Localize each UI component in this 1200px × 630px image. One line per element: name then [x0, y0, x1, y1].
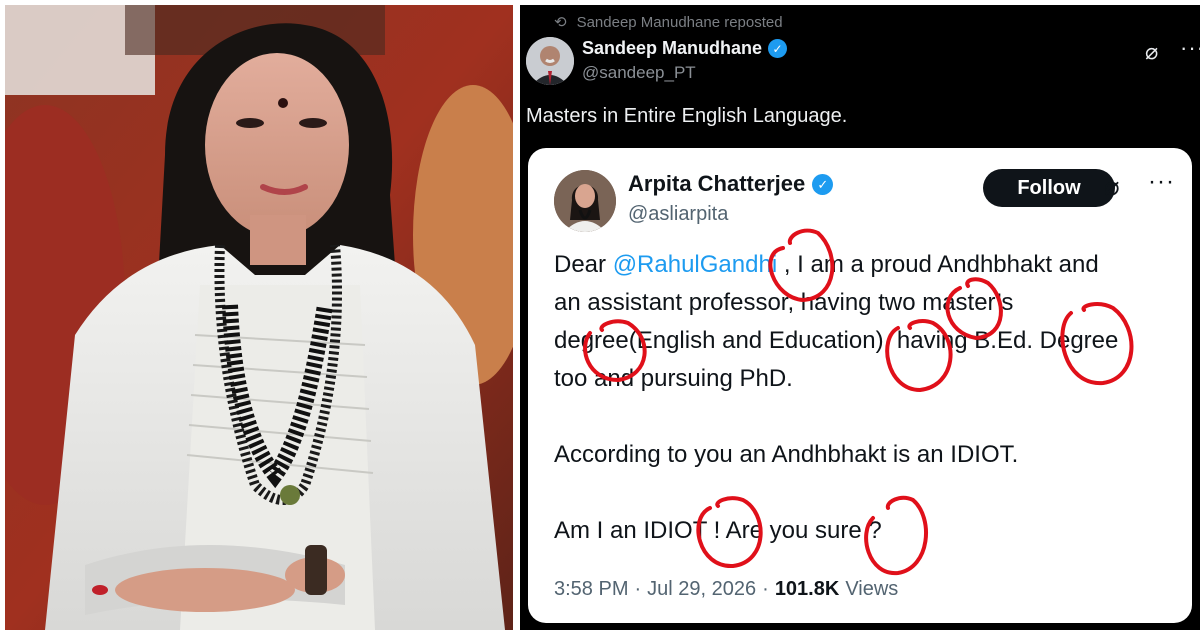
quoted-post-body: Dear @RahulGandhi , I am a proud Andhbha… — [554, 246, 1184, 550]
post-meta: 3:58 PM · Jul 29, 2026 · 101.8K Views — [554, 578, 898, 601]
body-line-3: degree(English and Education), having B.… — [554, 327, 1119, 354]
views-count: 101.8K — [774, 578, 840, 600]
more-options-icon[interactable]: ··· — [1148, 168, 1175, 196]
outer-post-text: Masters in Entire English Language. — [526, 105, 848, 127]
meta-separator: · — [634, 578, 642, 600]
quoted-author-name-text[interactable]: Arpita Chatterjee — [628, 171, 805, 197]
views-label: Views — [845, 578, 899, 600]
body-line-6: Am I an IDIOT ! Are you sure ? — [554, 517, 882, 544]
repost-label: Sandeep Manudhane reposted — [576, 13, 783, 31]
outer-author-handle[interactable]: @sandeep_PT — [582, 63, 696, 83]
body-line-4: too and pursuing PhD. — [554, 365, 793, 392]
verified-badge-icon: ✓ — [812, 173, 834, 195]
outer-author-name[interactable]: Sandeep Manudhane ✓ — [582, 38, 788, 59]
mention-link[interactable]: @RahulGandhi — [613, 251, 777, 278]
verified-badge-icon: ✓ — [768, 39, 788, 58]
body-line-5: According to you an Andhbhakt is an IDIO… — [554, 441, 1019, 468]
repost-indicator: ⟲ Sandeep Manudhane reposted — [554, 13, 783, 32]
outer-author-name-text[interactable]: Sandeep Manudhane — [582, 38, 762, 59]
avatar-image — [554, 170, 616, 232]
more-options-icon[interactable]: ··· — [1180, 35, 1200, 61]
avatar-image — [526, 37, 574, 85]
repost-icon: ⟲ — [554, 14, 567, 31]
portrait-photo — [5, 5, 513, 630]
meta-separator: · — [762, 578, 769, 600]
grok-icon[interactable]: ⌀ — [1104, 171, 1120, 202]
follow-button[interactable]: Follow — [983, 169, 1115, 207]
quoted-author-handle[interactable]: @asliarpita — [628, 203, 728, 226]
body-text: , I am a proud Andhbhakt and — [777, 251, 1099, 278]
body-text: Dear — [554, 251, 613, 278]
grok-icon[interactable]: ⌀ — [1145, 39, 1158, 65]
portrait-illustration — [5, 5, 513, 630]
post-date[interactable]: Jul 29, 2026 — [647, 578, 756, 601]
body-line-2: an assistant professor, having two maste… — [554, 289, 1014, 316]
post-time[interactable]: 3:58 PM — [554, 578, 628, 601]
quoted-post-card[interactable]: Arpita Chatterjee ✓ @asliarpita Follow ⌀… — [528, 148, 1192, 623]
outer-author-avatar[interactable] — [526, 37, 574, 85]
quoted-author-avatar[interactable] — [554, 170, 616, 232]
post-screenshot: ⟲ Sandeep Manudhane reposted Sandeep Man… — [520, 5, 1200, 630]
quoted-author-name[interactable]: Arpita Chatterjee ✓ — [628, 171, 834, 197]
body-line-1: Dear @RahulGandhi , I am a proud Andhbha… — [554, 246, 1184, 284]
